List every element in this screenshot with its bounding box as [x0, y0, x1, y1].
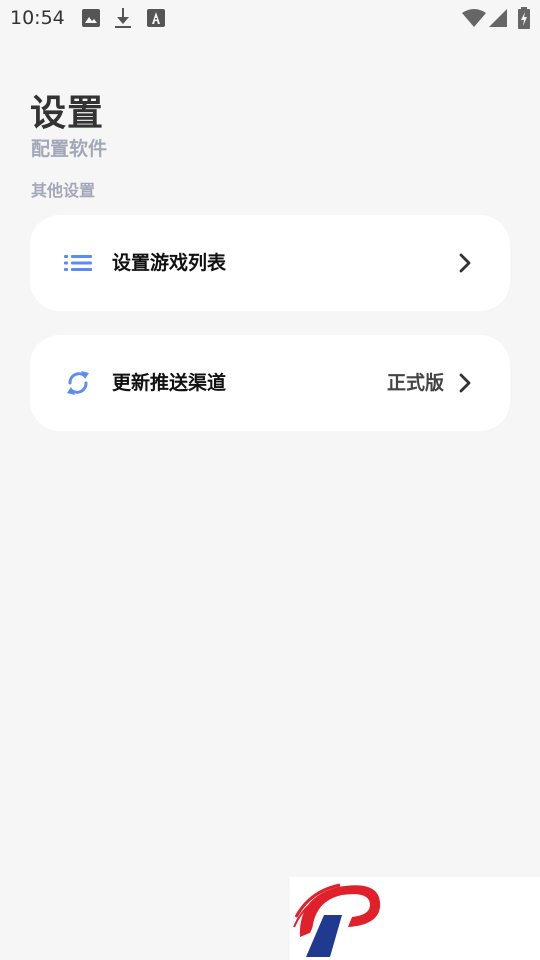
battery-charging-icon	[518, 7, 530, 29]
chevron-right-icon	[459, 373, 471, 393]
setting-item-label: 更新推送渠道	[112, 372, 227, 394]
setting-item-value: 正式版	[386, 372, 444, 394]
status-time: 10:54	[10, 7, 65, 29]
ad-banner[interactable]	[290, 877, 540, 960]
wifi-icon	[462, 9, 486, 27]
font-a-icon	[147, 9, 165, 27]
setting-item-label: 设置游戏列表	[112, 252, 227, 274]
setting-item-game-list[interactable]: 设置游戏列表	[30, 215, 510, 311]
page-subtitle: 配置软件	[31, 138, 108, 160]
section-header: 其他设置	[31, 181, 96, 200]
setting-item-update-channel[interactable]: 更新推送渠道 正式版	[30, 335, 510, 431]
signal-icon	[489, 9, 507, 27]
list-icon	[64, 255, 92, 271]
sync-icon	[67, 371, 89, 395]
download-icon	[115, 8, 131, 28]
status-bar: 10:54	[0, 0, 540, 38]
chevron-right-icon	[459, 253, 471, 273]
image-notification-icon	[82, 9, 100, 27]
page-title: 设置	[30, 93, 105, 134]
red-blue-p-logo	[293, 883, 381, 957]
